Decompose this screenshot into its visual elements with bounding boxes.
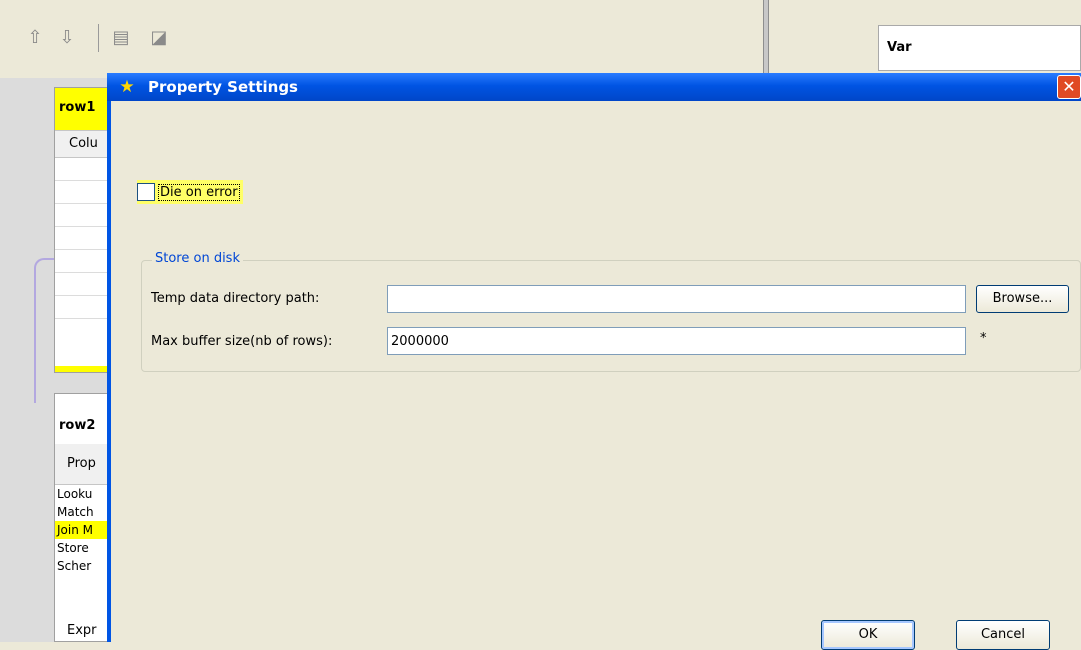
up-arrow-icon[interactable]: ⇧ — [24, 26, 46, 48]
property-settings-dialog: ★ Property Settings ✕ Die on error Store… — [107, 73, 1081, 650]
var-header: Var — [878, 25, 1081, 71]
expression-label: Expr — [67, 623, 97, 638]
temp-directory-input[interactable] — [387, 285, 966, 313]
star-icon: ★ — [119, 77, 135, 97]
close-button[interactable]: ✕ — [1057, 75, 1081, 99]
die-on-error-checkbox[interactable] — [137, 183, 155, 201]
table-icon[interactable]: ▤ — [110, 26, 132, 48]
link-connector — [34, 258, 56, 403]
temp-directory-label: Temp data directory path: — [151, 291, 320, 306]
close-icon: ✕ — [1062, 77, 1076, 96]
max-buffer-size-label: Max buffer size(nb of rows): — [151, 334, 333, 349]
ok-button[interactable]: OK — [821, 620, 915, 650]
editor-toolbar: ⇧ ⇩ ▤ ◪ — [0, 0, 763, 78]
down-arrow-icon[interactable]: ⇩ — [56, 26, 78, 48]
dialog-title: Property Settings — [148, 78, 298, 96]
dialog-titlebar[interactable]: ★ Property Settings ✕ — [107, 73, 1081, 101]
die-on-error-option[interactable]: Die on error — [137, 180, 243, 204]
die-on-error-label[interactable]: Die on error — [158, 183, 240, 201]
browse-button[interactable]: Browse... — [976, 285, 1069, 313]
store-on-disk-legend: Store on disk — [152, 251, 243, 266]
dialog-body: Die on error Store on disk Temp data dir… — [111, 101, 1081, 650]
window-icon[interactable]: ◪ — [148, 26, 170, 48]
max-buffer-size-input[interactable] — [387, 327, 966, 355]
toolbar-separator — [98, 24, 99, 52]
required-mark: * — [980, 331, 987, 346]
store-on-disk-group: Store on disk Temp data directory path: … — [141, 251, 1081, 372]
cancel-button[interactable]: Cancel — [956, 620, 1050, 650]
